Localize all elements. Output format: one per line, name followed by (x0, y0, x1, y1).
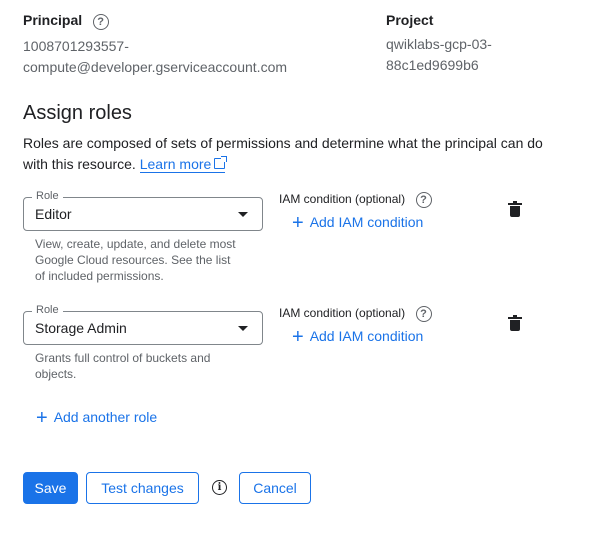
external-link-icon (214, 156, 228, 169)
principal-help-icon[interactable]: ? (92, 14, 109, 30)
principal-value-line1: 1008701293557- (23, 38, 129, 54)
principal-section: Principal ? 1008701293557- compute@devel… (23, 12, 287, 78)
iam-condition-2-help-icon[interactable]: ? (415, 306, 432, 322)
delete-role-2-trash-icon[interactable] (508, 315, 522, 331)
test-changes-button[interactable]: Test changes (86, 472, 199, 504)
plus-icon: + (292, 326, 304, 348)
learn-more-link[interactable]: Learn more (139, 156, 228, 173)
assign-roles-heading: Assign roles (23, 102, 132, 124)
iam-condition-1-help-icon[interactable]: ? (415, 192, 432, 208)
iam-condition-1-label: IAM condition (optional) (279, 192, 406, 206)
project-value-line2: 88c1ed9699b6 (386, 57, 479, 73)
iam-condition-1: IAM condition (optional) ? (279, 190, 432, 208)
iam-condition-2: IAM condition (optional) ? (279, 304, 432, 322)
dropdown-caret-icon (238, 326, 248, 331)
delete-role-1-trash-icon[interactable] (508, 201, 522, 217)
principal-value-line2: compute@developer.gserviceaccount.com (23, 59, 288, 75)
role-select-1-value: Editor (35, 206, 72, 222)
project-value-line1: qwiklabs-gcp-03- (386, 36, 492, 52)
assign-roles-description: Roles are composed of sets of permission… (23, 133, 543, 175)
role-select-2-value: Storage Admin (35, 320, 127, 336)
save-button[interactable]: Save (23, 472, 78, 504)
dropdown-caret-icon (238, 212, 248, 217)
add-another-role-button[interactable]: + Add another role (36, 407, 157, 430)
project-label: Project (386, 12, 434, 28)
role-select-2[interactable]: Role Storage Admin (23, 304, 263, 345)
add-iam-condition-1-label: Add IAM condition (309, 214, 424, 230)
assign-roles-description-text: Roles are composed of sets of permission… (23, 135, 543, 172)
plus-icon: + (292, 212, 304, 234)
add-iam-condition-2-label: Add IAM condition (309, 328, 424, 344)
info-icon[interactable]: i (212, 480, 227, 495)
role-select-1[interactable]: Role Editor (23, 190, 263, 231)
project-section: Project qwiklabs-gcp-03- 88c1ed9699b6 (386, 12, 492, 76)
add-iam-condition-1-button[interactable]: + Add IAM condition (292, 212, 423, 235)
role-select-2-label: Role (32, 304, 63, 316)
principal-label: Principal (23, 12, 83, 28)
add-iam-condition-2-button[interactable]: + Add IAM condition (292, 326, 423, 349)
role-select-1-label: Role (32, 190, 63, 202)
role-2-hint: Grants full control of buckets and objec… (35, 351, 211, 381)
cancel-button[interactable]: Cancel (239, 472, 311, 504)
add-another-role-label: Add another role (53, 409, 158, 425)
role-1-hint: View, create, update, and delete most Go… (35, 237, 236, 283)
iam-condition-2-label: IAM condition (optional) (279, 306, 406, 320)
plus-icon: + (36, 407, 48, 429)
learn-more-label: Learn more (139, 156, 212, 172)
